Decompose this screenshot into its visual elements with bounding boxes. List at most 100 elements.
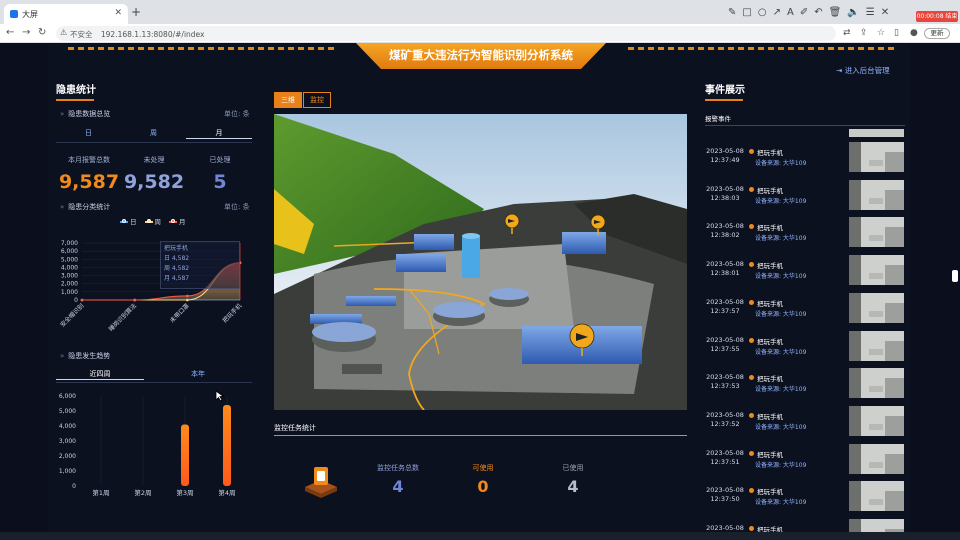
event-thumbnail[interactable]: [849, 481, 904, 512]
alert-dot-icon: [749, 375, 754, 381]
alert-dot-icon: [749, 299, 754, 305]
translate-icon[interactable]: ⇄: [843, 28, 851, 38]
scrollbar-thumb[interactable]: [952, 270, 958, 282]
event-time: 2023-05-08 12:37:53: [705, 373, 745, 391]
event-clock: 12:37:50: [710, 495, 740, 504]
event-item[interactable]: 2023-05-08 12:37:57 把玩手机 设备来源: 大华109: [705, 292, 905, 334]
share-icon[interactable]: ⇪: [860, 28, 868, 38]
event-type: 把玩手机: [757, 450, 783, 459]
event-type: 把玩手机: [757, 337, 783, 346]
menu-icon[interactable]: ☰: [866, 7, 875, 21]
star-icon[interactable]: ☆: [877, 28, 885, 38]
event-thumbnail[interactable]: [849, 292, 904, 323]
event-type: 把玩手机: [757, 526, 783, 532]
close-icon[interactable]: ✕: [881, 7, 889, 21]
event-type: 把玩手机: [757, 186, 783, 195]
event-item[interactable]: 2023-05-08 12:37:49 把玩手机 设备来源: 大华109: [705, 142, 905, 183]
alert-dot-icon: [749, 526, 754, 531]
update-button[interactable]: 更新: [924, 28, 950, 39]
alert-dot-icon: [749, 224, 754, 230]
undo-icon[interactable]: ↶: [814, 7, 822, 21]
event-clock: 12:37:52: [710, 419, 740, 428]
event-item[interactable]: 2023-05-08 12:38:03 把玩手机设备来源: 大华109: [705, 179, 905, 221]
alert-dot-icon: [749, 412, 754, 418]
trash-icon[interactable]: 🗑: [829, 7, 842, 21]
event-item[interactable]: 2023-05-08 12:37:52 把玩手机设备来源: 大华109: [705, 405, 905, 447]
text-icon[interactable]: A: [787, 7, 794, 21]
event-source: 设备来源: 大华109: [755, 273, 807, 281]
event-thumbnail[interactable]: [849, 368, 904, 399]
event-thumbnail[interactable]: [849, 142, 904, 172]
event-clock: 12:37:49: [710, 156, 740, 164]
event-type: 把玩手机: [757, 224, 783, 233]
event-type: 把玩手机: [757, 375, 783, 384]
pen-icon[interactable]: ✎: [728, 7, 736, 21]
event-time: 2023-05-08 12:37:55: [705, 336, 745, 354]
event-time: 2023-05-08 12:38:03: [705, 185, 745, 203]
event-thumbnail[interactable]: [849, 179, 904, 210]
event-thumbnail[interactable]: [849, 217, 904, 248]
url-text: 192.168.1.13:8080/#/index: [100, 30, 205, 39]
volume-icon[interactable]: 🔈: [847, 7, 859, 21]
event-source: 设备来源: 大华109: [755, 423, 807, 431]
event-source: 设备来源: 大华109: [755, 310, 807, 318]
event-source: 设备来源: 大华109: [755, 461, 807, 469]
event-time: 2023-05-08 12:37:51: [705, 449, 745, 467]
event-clock: 12:37:51: [710, 457, 740, 466]
event-item[interactable]: 2023-05-08 12:37:55 把玩手机 设备来源: 大华109: [705, 330, 905, 372]
event-clock: 12:37:57: [710, 306, 740, 315]
close-tab-icon[interactable]: ✕: [114, 8, 122, 18]
favicon-icon: [10, 10, 18, 18]
browser-tab-bar: 大屏 ✕ + ✎ □ ○ ↗ A ✐ ↶ 🗑 🔈 ☰ ✕ 00:00:08 结束: [0, 0, 960, 24]
event-item[interactable]: 2023-05-08 12:38:02 把玩手机设备来源: 大华109: [705, 217, 905, 258]
url-field[interactable]: ⚠ 不安全 192.168.1.13:8080/#/index: [56, 26, 836, 41]
event-item[interactable]: 2023-05-08 把玩手机: [705, 519, 905, 532]
event-source: 设备来源: 大华109: [755, 197, 807, 205]
marker-icon[interactable]: ✐: [800, 7, 808, 21]
recording-timer[interactable]: 00:00:08 结束: [916, 11, 958, 22]
forward-icon[interactable]: →: [22, 27, 30, 38]
event-date: 2023-05-08: [706, 222, 744, 231]
event-source: 设备来源: 大华109: [755, 235, 807, 243]
profile-icon[interactable]: ●: [910, 28, 918, 38]
event-date: 2023-05-08: [706, 260, 744, 269]
event-clock: 12:37:53: [710, 382, 740, 391]
event-type: 把玩手机: [757, 149, 783, 157]
event-date: 2023-05-08: [706, 184, 744, 193]
event-date: 2023-05-08: [706, 373, 744, 382]
event-date: 2023-05-08: [706, 297, 744, 306]
alert-dot-icon: [749, 149, 754, 154]
event-type: 把玩手机: [757, 412, 783, 421]
event-time: 2023-05-08 12:37:57: [705, 298, 745, 316]
event-item[interactable]: 2023-05-08 12:37:51 把玩手机设备来源: 大华109: [705, 443, 905, 485]
event-thumbnail[interactable]: [849, 519, 904, 532]
event-thumbnail[interactable]: [849, 443, 904, 474]
event-item[interactable]: 2023-05-08 12:37:53 把玩手机 设备来源: 大华109: [705, 368, 905, 409]
alert-dot-icon: [749, 337, 754, 343]
event-time: 2023-05-08 12:37:50: [705, 486, 745, 504]
event-date: 2023-05-08: [706, 486, 744, 495]
tab-title: 大屏: [22, 10, 38, 19]
event-source: 设备来源: 大华109: [755, 499, 807, 507]
event-time: 2023-05-08 12:37:49: [705, 147, 745, 165]
event-item[interactable]: 2023-05-08 12:38:01 把玩手机 设备来源: 大华109: [705, 255, 905, 296]
browser-tab[interactable]: 大屏 ✕: [4, 4, 128, 24]
event-date: 2023-05-08: [706, 410, 744, 419]
event-clock: 12:38:01: [710, 269, 740, 278]
circle-icon[interactable]: ○: [758, 7, 767, 21]
sidebar-icon[interactable]: ▯: [894, 28, 899, 38]
event-time: 2023-05-08: [705, 524, 745, 532]
arrow-icon[interactable]: ↗: [773, 7, 781, 21]
annotation-toolbar: ✎ □ ○ ↗ A ✐ ↶ 🗑 🔈 ☰ ✕: [728, 7, 889, 21]
rectangle-icon[interactable]: □: [742, 7, 751, 21]
event-thumbnail[interactable]: [849, 405, 904, 436]
new-tab-button[interactable]: +: [131, 5, 141, 19]
event-thumbnail[interactable]: [849, 255, 904, 286]
back-icon[interactable]: ←: [6, 27, 14, 38]
event-thumbnail[interactable]: [849, 330, 904, 361]
event-item[interactable]: 2023-05-08 12:37:50 把玩手机 设备来源: 大华109: [705, 481, 905, 522]
event-time: 2023-05-08 12:38:01: [705, 260, 745, 278]
event-time: 2023-05-08 12:38:02: [705, 222, 745, 240]
reload-icon[interactable]: ↻: [38, 27, 46, 38]
event-time: 2023-05-08 12:37:52: [705, 411, 745, 429]
